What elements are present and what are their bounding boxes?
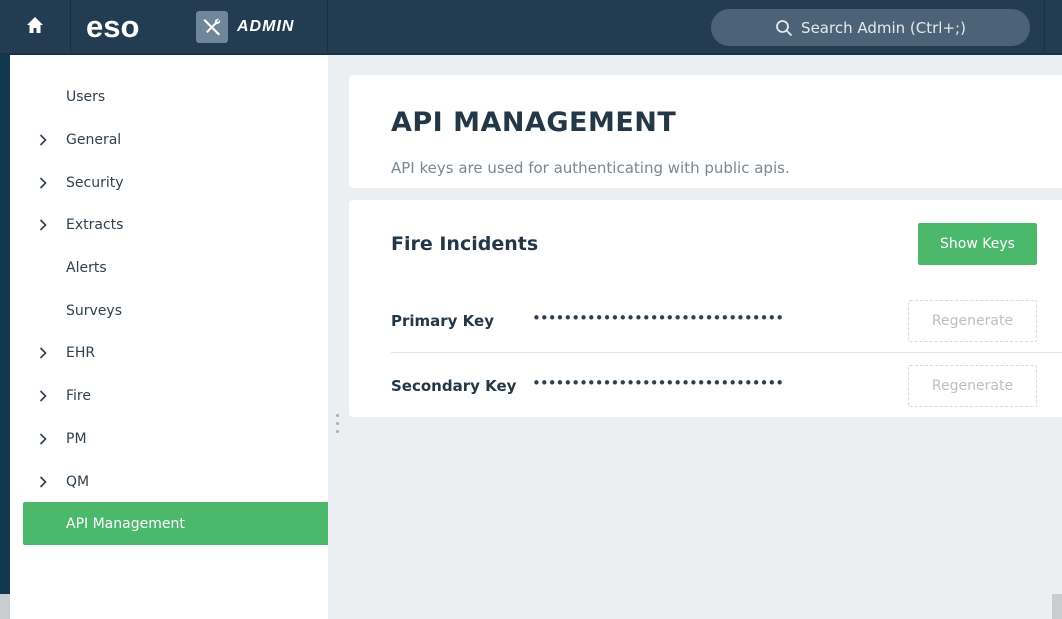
chevron-right-icon xyxy=(39,460,53,503)
sidebar-item-fire[interactable]: Fire xyxy=(23,374,328,417)
frame-edge xyxy=(1052,594,1062,619)
resize-handle[interactable] xyxy=(336,412,340,436)
top-bar: eso ADMIN Search Admin (Ctrl+;) xyxy=(0,0,1062,54)
sidebar-item-label: Alerts xyxy=(66,259,107,276)
sidebar-item-label: Fire xyxy=(66,387,91,404)
sidebar-item-users[interactable]: Users xyxy=(23,75,328,118)
sidebar-item-label: EHR xyxy=(66,344,96,361)
eso-logo[interactable]: eso xyxy=(86,9,139,45)
api-keys-card: Fire Incidents Show Keys Primary Key •••… xyxy=(349,200,1062,417)
chevron-right-icon xyxy=(39,417,53,460)
sidebar-item-alerts[interactable]: Alerts xyxy=(23,246,328,289)
sidebar-item-surveys[interactable]: Surveys xyxy=(23,289,328,332)
chevron-right-icon xyxy=(39,203,53,246)
search-placeholder: Search Admin (Ctrl+;) xyxy=(801,18,966,37)
topbar-divider xyxy=(327,0,328,54)
show-keys-button[interactable]: Show Keys xyxy=(918,223,1037,265)
card-title: Fire Incidents xyxy=(391,233,539,255)
sidebar-item-label: Surveys xyxy=(66,302,122,319)
sidebar-item-pm[interactable]: PM xyxy=(23,417,328,460)
key-label: Secondary Key xyxy=(391,377,517,395)
sidebar: Users General Security Extracts Alerts S… xyxy=(10,55,328,619)
sidebar-item-api-management[interactable]: API Management xyxy=(23,502,328,545)
wrench-screwdriver-icon xyxy=(196,11,228,43)
topbar-divider xyxy=(1044,0,1045,54)
admin-label: ADMIN xyxy=(237,18,295,35)
sidebar-item-security[interactable]: Security xyxy=(23,161,328,204)
chevron-right-icon xyxy=(39,374,53,417)
page-subtitle: API keys are used for authenticating wit… xyxy=(391,159,790,177)
topbar-divider xyxy=(70,0,71,54)
sidebar-item-extracts[interactable]: Extracts xyxy=(23,203,328,246)
key-value-masked: •••••••••••••••••••••••••••••••• xyxy=(532,309,784,327)
primary-key-row: Primary Key ••••••••••••••••••••••••••••… xyxy=(391,300,1062,344)
frame-edge xyxy=(0,594,10,619)
sidebar-item-label: Extracts xyxy=(66,216,124,233)
key-label: Primary Key xyxy=(391,312,494,330)
key-value-masked: •••••••••••••••••••••••••••••••• xyxy=(532,374,784,392)
chevron-right-icon xyxy=(39,161,53,204)
sidebar-item-label: API Management xyxy=(66,515,185,532)
sidebar-item-general[interactable]: General xyxy=(23,118,328,161)
regenerate-secondary-button[interactable]: Regenerate xyxy=(908,365,1037,407)
sidebar-item-label: Users xyxy=(66,88,106,105)
search-input[interactable]: Search Admin (Ctrl+;) xyxy=(711,9,1030,46)
page-header-card: API MANAGEMENT API keys are used for aut… xyxy=(349,75,1062,188)
search-icon xyxy=(775,19,793,37)
sidebar-item-label: General xyxy=(66,131,122,148)
chevron-right-icon xyxy=(39,331,53,374)
page-title: API MANAGEMENT xyxy=(391,107,677,138)
secondary-key-row: Secondary Key ••••••••••••••••••••••••••… xyxy=(391,365,1062,409)
sidebar-item-label: Security xyxy=(66,174,124,191)
sidebar-item-ehr[interactable]: EHR xyxy=(23,331,328,374)
admin-badge[interactable]: ADMIN xyxy=(196,11,294,43)
sidebar-item-label: PM xyxy=(66,430,87,447)
chevron-right-icon xyxy=(39,118,53,161)
row-divider xyxy=(391,352,1062,353)
home-button[interactable] xyxy=(0,0,70,54)
sidebar-item-label: QM xyxy=(66,473,90,490)
sidebar-item-qm[interactable]: QM xyxy=(23,460,328,503)
home-icon xyxy=(26,16,44,38)
regenerate-primary-button[interactable]: Regenerate xyxy=(908,300,1037,342)
